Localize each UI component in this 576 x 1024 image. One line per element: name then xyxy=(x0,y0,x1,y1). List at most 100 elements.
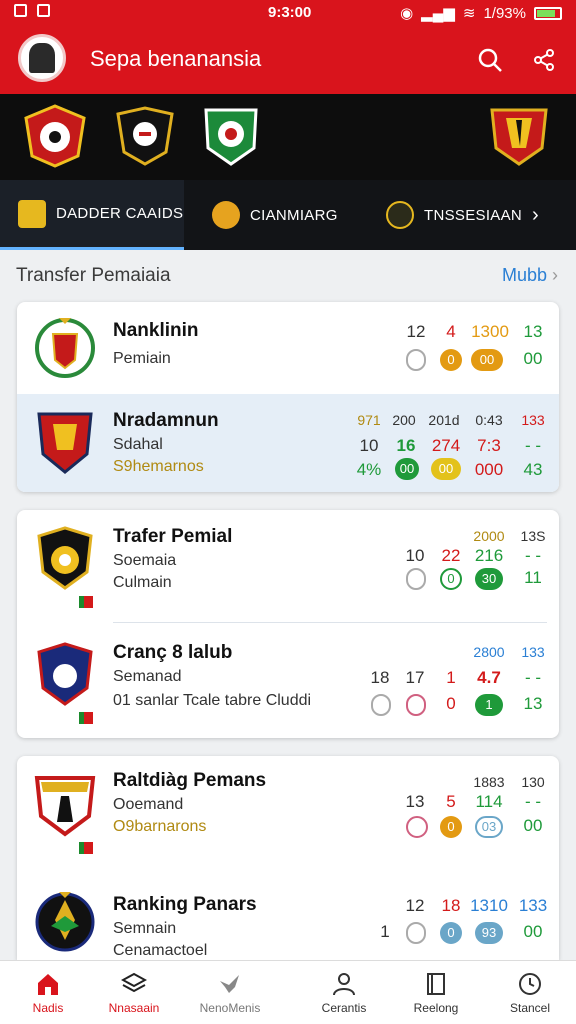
club-badge xyxy=(37,412,93,474)
section-link[interactable]: Mubb › xyxy=(502,265,558,286)
stat-value: 1 xyxy=(380,922,390,941)
stat-head: 13S xyxy=(520,528,546,544)
stat-value: 00 xyxy=(523,349,543,368)
flag-icon xyxy=(79,842,93,854)
battery-icon xyxy=(534,6,562,20)
stat-value: 0 xyxy=(446,694,456,713)
stat-head: 133 xyxy=(521,412,545,428)
stat-head: 130 xyxy=(521,774,545,790)
nav-cerantis[interactable]: Cerantis xyxy=(296,961,392,1024)
stat-value: 00 xyxy=(523,816,543,835)
bird-icon xyxy=(220,975,239,993)
form-dot xyxy=(371,694,391,716)
form-dot xyxy=(406,349,426,371)
item-subtitle: Semanad xyxy=(113,668,182,685)
club-crest-2[interactable] xyxy=(112,104,178,168)
tab-cianmiarg[interactable]: CIANMIARG xyxy=(212,180,362,250)
nav-stancel[interactable]: Stancel xyxy=(482,961,576,1024)
stat-value: 000 xyxy=(474,460,504,479)
home-icon xyxy=(38,974,58,995)
stat-value: - - xyxy=(524,668,542,687)
item-caption: Culmain xyxy=(113,574,172,591)
list-item[interactable]: Ranking Panars Semnain Cenamactoel 12 18… xyxy=(17,872,559,960)
item-title: Raltdiàg Pemans xyxy=(113,770,267,791)
item-subtitle: Ooemand xyxy=(113,796,184,813)
search-icon[interactable] xyxy=(474,44,506,76)
app-logo[interactable] xyxy=(18,34,66,82)
stat-head: 1310 xyxy=(470,896,508,915)
list-item[interactable]: Nanklinin Pemiain 12 4 1300 13 0 00 00 xyxy=(17,302,559,394)
stat-value: 16 xyxy=(396,436,416,455)
chevron-right-icon: › xyxy=(552,265,558,285)
list-item[interactable]: Trafer Pemial Soemaia Culmain 2000 13S 1… xyxy=(17,510,559,622)
form-dot xyxy=(406,568,426,590)
battery-text: 1/93% xyxy=(483,4,526,22)
person-icon xyxy=(333,973,355,996)
stat-head: 133 xyxy=(521,644,545,660)
nav-nadis[interactable]: Nadis xyxy=(0,961,96,1024)
ball-icon xyxy=(386,201,414,229)
nav-reelong[interactable]: Reelong xyxy=(388,961,484,1024)
stat-value: 4.7 xyxy=(477,668,501,687)
shield-icon xyxy=(18,199,46,228)
form-dot xyxy=(406,922,426,944)
stat-pill: 0 xyxy=(440,922,462,944)
flag-icon xyxy=(79,712,93,724)
stat-head: 2000 xyxy=(473,528,505,544)
bottom-navigation: Nadis Nnasaain NenoMenis Cerantis Reelon… xyxy=(0,960,576,1024)
stat-pill: 1 xyxy=(475,694,503,716)
share-icon[interactable] xyxy=(528,44,560,76)
ranking-card-3: Raltdiàg Pemans Ooemand O9barnarons 1883… xyxy=(17,756,559,960)
stat-pill: 0 xyxy=(440,816,462,838)
item-caption: S9hemarnos xyxy=(113,458,204,475)
club-crest-4[interactable] xyxy=(486,104,552,168)
stat-value: 114 xyxy=(475,792,503,811)
stat-value: 216 xyxy=(474,546,504,565)
list-item[interactable]: Raltdiàg Pemans Ooemand O9barnarons 1883… xyxy=(17,756,559,872)
stat-value: 13 xyxy=(523,694,543,713)
club-badge xyxy=(35,318,95,378)
stat-value: 7:3 xyxy=(477,436,501,455)
stat-value: - - xyxy=(524,792,542,811)
layers-icon xyxy=(121,972,147,993)
chevron-right-icon[interactable]: › xyxy=(532,180,552,250)
stat-value: - - xyxy=(524,546,542,565)
flame-icon xyxy=(212,201,240,229)
clock-icon xyxy=(519,973,541,995)
item-subtitle: Pemiain xyxy=(113,350,171,367)
form-dot xyxy=(406,816,428,838)
stat-value: 11 xyxy=(524,568,542,587)
item-title: Nradamnun xyxy=(113,410,219,431)
list-item[interactable]: Nradamnun Sdahal S9hemarnos 971 200 201d… xyxy=(17,394,559,492)
stat-pill: 0 xyxy=(440,568,462,590)
nav-nenomenis[interactable]: NenoMenis xyxy=(182,961,278,1024)
category-tabs: DADDER CAAIDS CIANMIARG TNSSESIAAN › xyxy=(0,180,576,250)
stat-value: 43 xyxy=(523,460,543,479)
status-bar: 9:3:00 ◉ ▂▄▆ ≋ 1/93% xyxy=(0,0,576,26)
stat-head: 2800 xyxy=(473,644,505,660)
club-crest-3[interactable] xyxy=(198,104,264,168)
stat-value: 4% xyxy=(356,460,382,479)
flag-icon xyxy=(79,596,93,608)
club-badge xyxy=(37,526,93,590)
form-dot xyxy=(406,694,426,716)
stat-head: 133 xyxy=(518,896,548,915)
club-badge xyxy=(37,642,93,706)
item-title: Ranking Panars xyxy=(113,894,257,915)
stat-pill: 00 xyxy=(431,458,461,480)
app-bar: Sepa benanansia xyxy=(0,26,576,94)
nav-nnasaain[interactable]: Nnasaain xyxy=(86,961,182,1024)
tab-dadder-caaids[interactable]: DADDER CAAIDS xyxy=(0,180,184,250)
stat-pill: 30 xyxy=(475,568,503,590)
club-badge xyxy=(34,776,96,837)
notification-icon xyxy=(14,4,27,17)
tab-tnssesiaan[interactable]: TNSSESIAAN xyxy=(386,180,526,250)
signal-icon: ▂▄▆ xyxy=(421,5,455,22)
list-item[interactable]: Cranç 8 lalub Semanad 01 sanlar Tcale ta… xyxy=(17,624,559,738)
stat-value: 13 xyxy=(523,322,543,341)
divider xyxy=(113,622,547,623)
status-time: 9:3:00 xyxy=(268,4,312,21)
club-crest-1[interactable] xyxy=(22,104,88,168)
stat-pill: 00 xyxy=(471,349,503,371)
club-badge xyxy=(35,892,95,952)
